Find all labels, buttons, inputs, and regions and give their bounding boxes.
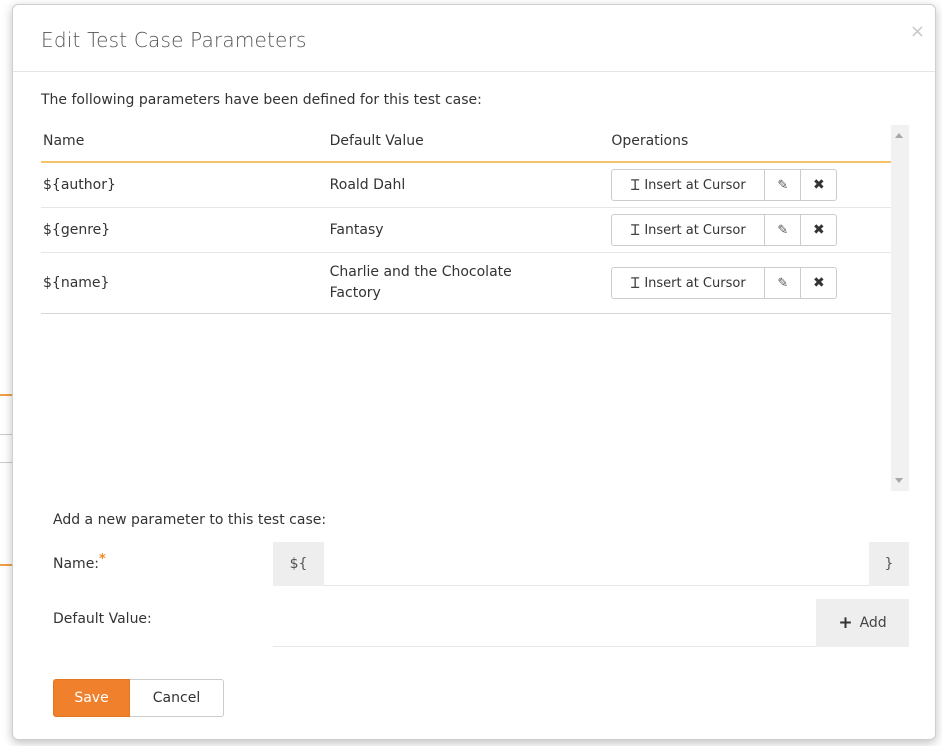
column-header-default-value: Default Value [329,121,612,163]
table-row: ${name} Charlie and the Chocolate Factor… [41,252,891,314]
operations-cell: Ɪ Insert at Cursor ✎ ✖ [611,252,891,314]
dialog-title: Edit Test Case Parameters [41,28,307,52]
close-icon[interactable]: × [910,21,925,42]
edit-parameter-button[interactable]: ✎ [765,267,802,299]
edit-icon: ✎ [777,177,789,193]
dialog-header: Edit Test Case Parameters × [13,5,935,72]
parameter-default-value: Charlie and the Chocolate Factory [329,252,612,314]
scroll-up-icon[interactable] [895,133,903,138]
save-button[interactable]: Save [53,679,130,717]
table-row: ${genre} Fantasy Ɪ Insert at Cursor ✎ ✖ [41,207,891,253]
background-divider [0,434,12,435]
text-cursor-icon: Ɪ [630,274,640,292]
parameter-name: ${genre} [41,207,330,253]
parameter-name-input[interactable] [324,542,869,586]
parameters-table-container: Name Default Value Operations ${author} … [41,121,909,491]
default-value-label: Default Value: [53,611,152,627]
column-header-operations: Operations [611,121,891,163]
text-cursor-icon: Ɪ [630,176,640,194]
parameter-name: ${name} [41,252,330,314]
name-input-group: ${ } [273,542,909,586]
operations-cell: Ɪ Insert at Cursor ✎ ✖ [611,162,891,208]
delete-icon: ✖ [812,275,825,291]
background-page [0,0,12,746]
default-value-input-group: + Add [273,599,909,647]
cancel-button[interactable]: Cancel [130,679,224,717]
delete-parameter-button[interactable]: ✖ [801,214,838,246]
edit-parameter-button[interactable]: ✎ [765,169,802,201]
table-header-row: Name Default Value Operations [41,121,891,163]
intro-text: The following parameters have been defin… [41,92,482,108]
delete-icon: ✖ [812,222,825,238]
operations-button-group: Ɪ Insert at Cursor ✎ ✖ [611,169,838,201]
delete-icon: ✖ [812,177,825,193]
edit-parameters-dialog: Edit Test Case Parameters × The followin… [12,4,936,740]
insert-at-cursor-label: Insert at Cursor [644,177,746,193]
operations-button-group: Ɪ Insert at Cursor ✎ ✖ [611,267,838,299]
edit-icon: ✎ [777,275,789,291]
insert-at-cursor-button[interactable]: Ɪ Insert at Cursor [611,169,766,201]
parameter-default-value: Roald Dahl [329,162,612,208]
plus-icon: + [838,613,853,633]
name-field-label: Name:* [53,552,106,572]
scroll-down-icon[interactable] [895,478,903,483]
required-marker: * [99,552,106,567]
table-row: ${author} Roald Dahl Ɪ Insert at Cursor ✎… [41,162,891,208]
parameter-default-value: Fantasy [329,207,612,253]
background-divider [0,462,12,463]
insert-at-cursor-button[interactable]: Ɪ Insert at Cursor [611,267,766,299]
parameter-name: ${author} [41,162,330,208]
add-parameter-heading: Add a new parameter to this test case: [53,512,327,528]
background-rule [0,564,12,566]
insert-at-cursor-label: Insert at Cursor [644,275,746,291]
insert-at-cursor-label: Insert at Cursor [644,222,746,238]
edit-parameter-button[interactable]: ✎ [765,214,802,246]
background-rule [0,394,12,396]
operations-cell: Ɪ Insert at Cursor ✎ ✖ [611,207,891,253]
table-scrollbar[interactable] [891,125,909,491]
delete-parameter-button[interactable]: ✖ [801,169,838,201]
add-parameter-button[interactable]: + Add [816,599,909,647]
name-prefix-addon: ${ [273,542,324,586]
parameter-default-value-text: Charlie and the Chocolate Factory [329,264,512,301]
parameters-table: Name Default Value Operations ${author} … [41,121,891,314]
default-value-input[interactable] [273,599,816,647]
insert-at-cursor-button[interactable]: Ɪ Insert at Cursor [611,214,766,246]
edit-icon: ✎ [777,222,789,238]
operations-button-group: Ɪ Insert at Cursor ✎ ✖ [611,214,838,246]
name-label-text: Name: [53,556,100,572]
text-cursor-icon: Ɪ [630,221,640,239]
add-button-label: Add [859,615,887,631]
name-suffix-addon: } [869,542,909,586]
delete-parameter-button[interactable]: ✖ [801,267,838,299]
column-header-name: Name [41,121,330,163]
